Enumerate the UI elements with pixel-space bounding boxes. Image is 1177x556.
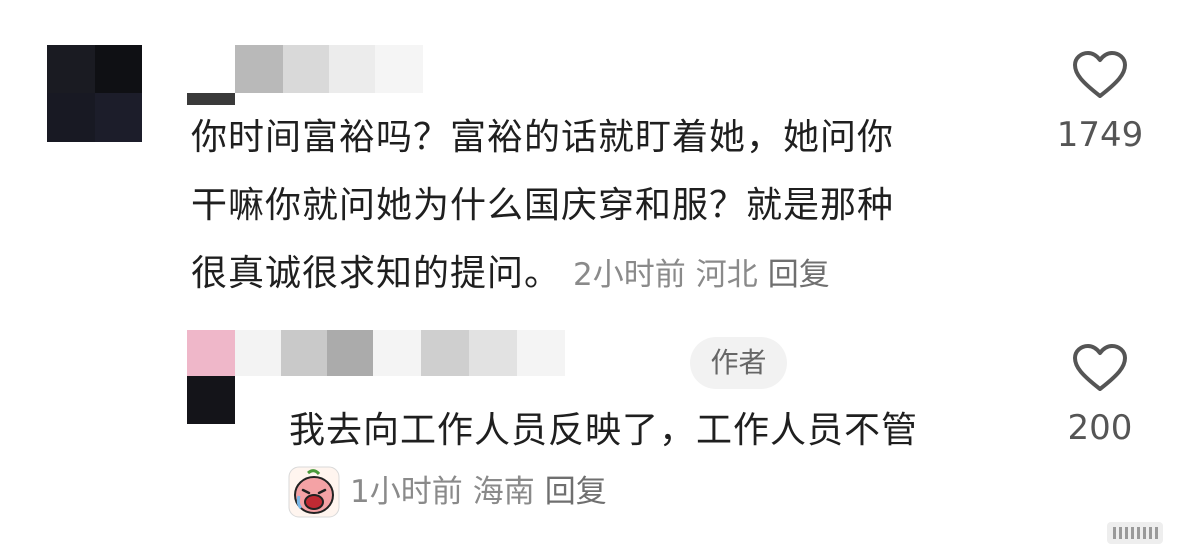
author-badge: 作者 (690, 337, 787, 389)
comment-time: 1小时前 (350, 474, 463, 510)
heart-icon[interactable] (1072, 343, 1128, 393)
heart-icon[interactable] (1072, 50, 1128, 100)
comment-location: 海南 (472, 474, 535, 510)
reply-button[interactable]: 回复 (768, 257, 830, 293)
comment-line-with-meta: 很真诚很求知的提问。 2小时前 河北 回复 (191, 240, 1031, 309)
avatar[interactable] (47, 45, 142, 142)
comment-line: 很真诚很求知的提问。 (191, 253, 562, 294)
watermark-logo (1107, 522, 1163, 544)
comment-meta: 1小时前 海南 回复 (350, 470, 607, 514)
username-redacted[interactable] (235, 330, 575, 378)
comment-body: 你时间富裕吗？富裕的话就盯着她，她问你 干嘛你就问她为什么国庆穿和服？就是那种 … (191, 104, 1031, 309)
reply-button[interactable]: 回复 (545, 474, 607, 510)
like-count: 200 (1067, 408, 1133, 448)
crying-face-sticker-icon (288, 466, 340, 518)
comment-time: 2小时前 (573, 257, 686, 293)
like-count: 1749 (1056, 115, 1144, 155)
comment-line: 干嘛你就问她为什么国庆穿和服？就是那种 (191, 185, 895, 226)
comment-line: 你时间富裕吗？富裕的话就盯着她，她问你 (191, 117, 895, 158)
username-redacted[interactable] (187, 45, 427, 105)
avatar[interactable] (187, 330, 235, 424)
comment-location: 河北 (695, 257, 758, 293)
comment-body: 我去向工作人员反映了，工作人员不管 (289, 410, 919, 451)
comment-meta: 2小时前 河北 回复 (573, 257, 840, 293)
